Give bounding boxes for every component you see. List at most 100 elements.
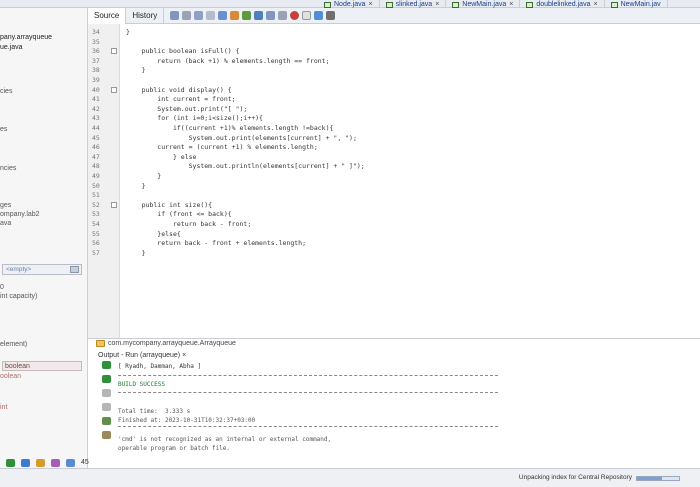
boolean-row[interactable]: boolean <box>2 361 82 371</box>
code-line[interactable]: } else <box>126 153 197 161</box>
line-number: 47 <box>92 152 100 161</box>
navigator-item[interactable]: element) <box>0 341 27 348</box>
code-line[interactable]: int current = front; <box>126 95 235 103</box>
code-area[interactable]: } public boolean isFull() { return (back… <box>120 24 700 338</box>
fold-icon[interactable] <box>111 86 117 93</box>
code-line[interactable]: if((current +1)% elements.length !=back)… <box>126 124 333 132</box>
code-line[interactable]: } <box>126 249 146 257</box>
empty-selector-label: <empty> <box>6 266 32 273</box>
diff-icon[interactable] <box>314 11 324 20</box>
line-number: 43 <box>92 114 100 123</box>
divider <box>118 392 498 393</box>
tree-item[interactable]: ges <box>0 202 11 209</box>
shift-right-icon[interactable] <box>254 11 264 20</box>
back-icon[interactable] <box>170 11 180 20</box>
code-line[interactable]: System.out.println(elements[current] + "… <box>126 162 365 170</box>
navigator-item[interactable]: int capacity) <box>0 293 37 300</box>
output-line: [ Ryadh, Damman, Abha ] <box>118 363 202 370</box>
output-tab[interactable]: Output - Run (arrayqueue) × <box>98 352 186 359</box>
history-icon[interactable] <box>182 11 192 20</box>
code-line[interactable]: public int size(){ <box>126 201 212 209</box>
line-number: 42 <box>92 104 100 113</box>
line-number: 45 <box>92 133 100 142</box>
dropdown-icon[interactable] <box>70 266 79 273</box>
line-number: 35 <box>92 37 100 46</box>
run-again-icon[interactable] <box>102 375 111 383</box>
fold-icon[interactable] <box>111 201 117 208</box>
navigator-item[interactable]: oolean <box>0 373 21 380</box>
search-icon[interactable] <box>218 11 228 20</box>
tree-item[interactable]: pany.arrayqueue <box>0 34 52 41</box>
close-icon[interactable]: × <box>182 352 186 359</box>
tree-item[interactable]: ompany.lab2 <box>0 211 40 218</box>
record-macro-icon[interactable] <box>290 11 300 20</box>
progress-bar <box>636 476 680 481</box>
code-line[interactable]: for (int i=0;i<size();i++){ <box>126 114 263 122</box>
navigator-item[interactable]: 0 <box>0 284 4 291</box>
folder-icon[interactable] <box>36 458 45 467</box>
tree-item[interactable]: ava <box>0 220 11 227</box>
java-file-icon <box>526 1 534 8</box>
code-line[interactable]: }else{ <box>126 230 181 238</box>
browser-icon[interactable] <box>21 458 30 467</box>
status-task-text[interactable]: Unpacking index for Central Repository <box>519 474 632 481</box>
code-line[interactable]: } <box>126 172 161 180</box>
stop-icon[interactable] <box>302 11 312 20</box>
line-number: 41 <box>92 95 100 104</box>
breadcrumb[interactable]: com.mycompany.arrayqueue.Arrayqueue <box>96 340 236 347</box>
clear-icon[interactable] <box>102 431 111 439</box>
line-number: 54 <box>92 220 100 228</box>
code-line[interactable]: return back - front + elements.length; <box>126 239 306 247</box>
gear-icon[interactable] <box>102 417 111 425</box>
comment-icon[interactable] <box>266 11 276 20</box>
line-count: 45 <box>81 459 89 466</box>
output-line: operable program or batch file. <box>118 445 230 452</box>
settings-icon[interactable] <box>102 403 111 411</box>
stop-icon[interactable] <box>102 389 111 397</box>
code-line[interactable]: public boolean isFull() { <box>126 47 240 55</box>
projects-panel: pany.arrayqueue ue.java cies es ncies ge… <box>0 8 88 468</box>
output-tab-label: Output - Run (arrayqueue) <box>98 352 181 359</box>
code-line[interactable]: } <box>126 66 146 74</box>
navigator-item[interactable]: int <box>0 404 7 411</box>
code-line[interactable]: if (front <= back){ <box>126 210 231 218</box>
code-line[interactable]: } <box>126 182 146 190</box>
output-console[interactable]: [ Ryadh, Damman, Abha ] BUILD SUCCESS To… <box>118 361 698 461</box>
code-line[interactable]: } <box>126 28 130 36</box>
line-number: 40 <box>92 85 100 94</box>
java-file-icon <box>324 1 331 8</box>
grid-icon[interactable] <box>66 458 75 467</box>
shift-left-icon[interactable] <box>242 11 252 20</box>
code-editor: Source History 34 35 36 37 38 39 40 41 42 43 44 45 4… <box>88 7 700 338</box>
java-file-icon <box>610 1 618 8</box>
tree-item[interactable]: ncies <box>0 165 16 172</box>
line-number: 55 <box>92 229 100 238</box>
uncomment-icon[interactable] <box>278 11 288 20</box>
line-number: 56 <box>92 239 100 248</box>
code-line[interactable]: current = (current +1) % elements.length… <box>126 143 317 151</box>
find-icon[interactable] <box>206 11 216 20</box>
java-file-icon <box>385 1 393 8</box>
more-icon[interactable] <box>326 11 336 20</box>
code-line[interactable]: return (back +1) % elements.length == fr… <box>126 57 329 65</box>
code-line[interactable]: System.out.print(elements[current] + ", … <box>126 134 357 142</box>
bookmark-icon[interactable] <box>230 11 240 20</box>
code-line[interactable]: public void display() { <box>126 86 232 94</box>
tree-item[interactable]: ue.java <box>0 44 23 51</box>
empty-selector[interactable]: <empty> <box>2 264 82 275</box>
rerun-icon[interactable] <box>102 361 111 369</box>
tab-history[interactable]: History <box>126 7 165 24</box>
tree-item[interactable]: cies <box>0 88 12 95</box>
code-line[interactable]: return back - front; <box>126 220 251 228</box>
line-number: 51 <box>92 191 100 200</box>
tab-source[interactable]: Source <box>88 7 127 24</box>
tree-item[interactable]: es <box>0 126 7 133</box>
forward-icon[interactable] <box>194 11 204 20</box>
divider <box>118 426 498 427</box>
output-line: Total time: 3.333 s <box>118 408 191 415</box>
editor-toolbar: Source History <box>88 7 700 24</box>
fold-icon[interactable] <box>111 48 117 55</box>
code-line[interactable]: System.out.print("[ "); <box>126 105 247 113</box>
app-icon[interactable] <box>51 458 60 467</box>
run-icon[interactable] <box>6 458 15 467</box>
